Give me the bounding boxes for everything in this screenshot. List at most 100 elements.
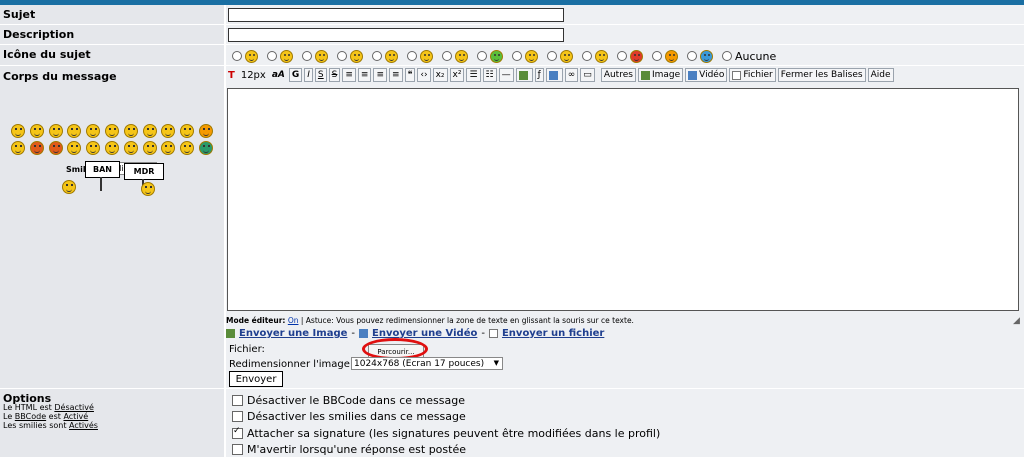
link-icon[interactable]: ∞ [564, 68, 579, 82]
topic-icon-option[interactable] [337, 49, 363, 63]
table-icon[interactable]: ▭ [580, 68, 595, 82]
message-textarea[interactable] [227, 88, 1019, 311]
align-left-icon[interactable]: ≡ [342, 68, 356, 82]
smiley-icon[interactable] [180, 141, 195, 155]
option-notify-reply[interactable]: M'avertir lorsqu'une réponse est postée [232, 443, 466, 456]
font-size-button[interactable]: 12px [239, 68, 268, 82]
option-attach-signature[interactable]: Attacher sa signature (les signatures pe… [232, 426, 660, 440]
horizontal-rule-icon[interactable]: — [498, 68, 514, 82]
option-disable-bbcode[interactable]: Désactiver le BBCode dans ce message [232, 394, 465, 407]
radio-button[interactable] [547, 51, 557, 61]
smiley-icon[interactable] [11, 124, 25, 138]
smiley-icon[interactable] [142, 124, 157, 138]
resize-grip-icon[interactable]: ◢ [1013, 316, 1020, 326]
font-color-icon[interactable]: T [226, 68, 237, 82]
bbcode-status-link[interactable]: Activé [63, 412, 88, 421]
smiley-icon[interactable] [67, 141, 82, 155]
radio-button[interactable] [372, 51, 382, 61]
smiley-icon[interactable] [11, 141, 25, 155]
align-justify-icon[interactable]: ≡ [389, 68, 403, 82]
html-status-link[interactable]: Désactivé [54, 403, 94, 412]
image-insert-icon[interactable] [515, 68, 533, 82]
smiley-icon[interactable] [29, 141, 44, 155]
smiley-icon[interactable] [67, 124, 82, 138]
smiley-icon[interactable] [48, 141, 63, 155]
smiley-icon[interactable] [161, 124, 176, 138]
topic-icon-option[interactable] [302, 49, 328, 63]
aide-button[interactable]: Aide [867, 68, 894, 82]
numbered-list-icon[interactable]: ☷ [482, 68, 497, 82]
topic-icon-option[interactable] [477, 49, 503, 63]
radio-button[interactable] [232, 51, 242, 61]
radio-button[interactable] [267, 51, 277, 61]
bbcode-link[interactable]: BBCode [15, 412, 46, 421]
topic-icon-option[interactable] [442, 49, 468, 63]
topic-icon-option[interactable] [232, 49, 258, 63]
smiley-icon[interactable] [48, 124, 63, 138]
radio-button[interactable] [337, 51, 347, 61]
checkbox[interactable] [232, 444, 243, 455]
radio-button[interactable] [687, 51, 697, 61]
topic-icon-option[interactable] [547, 49, 573, 63]
upload-file-link[interactable]: Envoyer un fichier [502, 328, 604, 339]
thumbs-up-smiley-icon[interactable] [62, 180, 76, 194]
checkbox[interactable] [232, 426, 243, 439]
smiley-icon[interactable] [86, 141, 101, 155]
italic-button[interactable]: I [304, 68, 313, 82]
checkbox[interactable] [232, 395, 243, 406]
superscript-icon[interactable]: x² [449, 68, 465, 82]
smiley-icon[interactable] [29, 124, 44, 138]
envoyer-button[interactable]: Envoyer [229, 371, 283, 387]
flash-icon[interactable]: ƒ [534, 68, 544, 82]
smiley-icon[interactable] [198, 124, 213, 138]
radio-button[interactable] [302, 51, 312, 61]
topic-icon-option[interactable] [407, 49, 433, 63]
smiley-icon[interactable] [180, 124, 195, 138]
smiley-icon[interactable] [123, 141, 138, 155]
topic-icon-option[interactable] [512, 49, 538, 63]
radio-button[interactable] [477, 51, 487, 61]
radio-button[interactable] [512, 51, 522, 61]
align-right-icon[interactable]: ≡ [373, 68, 387, 82]
topic-icon-option[interactable] [582, 49, 608, 63]
smiley-icon[interactable] [198, 141, 213, 155]
radio-button[interactable] [407, 51, 417, 61]
smiley-icon[interactable] [104, 124, 119, 138]
align-center-icon[interactable]: ≡ [357, 68, 372, 82]
ban-sign-smiley[interactable]: BAN [85, 161, 120, 178]
topic-icon-option[interactable] [687, 49, 713, 63]
mode-on-link[interactable]: On [288, 316, 299, 325]
sujet-input[interactable] [228, 8, 564, 22]
font-style-button[interactable]: aA [270, 68, 287, 82]
smiley-icon[interactable] [123, 124, 138, 138]
mdr-sign-smiley[interactable]: MDR [124, 163, 164, 180]
radio-button[interactable] [617, 51, 627, 61]
fichier-button[interactable]: Fichier [729, 68, 776, 82]
fermer-balises-button[interactable]: Fermer les Balises [777, 68, 866, 82]
description-input[interactable] [228, 28, 564, 42]
radio-button[interactable] [582, 51, 592, 61]
video-button[interactable]: Vidéo [685, 68, 728, 82]
laughing-smiley-icon[interactable] [141, 182, 155, 196]
smiley-icon[interactable] [161, 141, 176, 155]
smiley-icon[interactable] [142, 141, 157, 155]
radio-button[interactable] [442, 51, 452, 61]
smilies-status-link[interactable]: Activés [69, 421, 98, 430]
bullet-list-icon[interactable]: ☰ [466, 68, 481, 82]
image-button[interactable]: Image [637, 68, 684, 82]
topic-icon-option[interactable] [617, 49, 643, 63]
code-icon[interactable]: ‹› [417, 68, 431, 82]
radio-button[interactable] [652, 51, 662, 61]
topic-icon-option[interactable] [652, 49, 678, 63]
smiley-icon[interactable] [104, 141, 119, 155]
radio-button[interactable] [722, 51, 732, 61]
checkbox[interactable] [232, 411, 243, 422]
quote-icon[interactable]: ❝ [404, 68, 416, 82]
autres-button[interactable]: Autres [600, 68, 636, 82]
topic-icon-option-none[interactable]: Aucune [722, 50, 776, 63]
smiley-icon[interactable] [86, 124, 101, 138]
media-icon[interactable] [545, 68, 563, 82]
strike-button[interactable]: S [328, 68, 341, 82]
resize-select[interactable]: 1024x768 (Ecran 17 pouces) ▼ [351, 357, 503, 370]
topic-icon-option[interactable] [372, 49, 398, 63]
